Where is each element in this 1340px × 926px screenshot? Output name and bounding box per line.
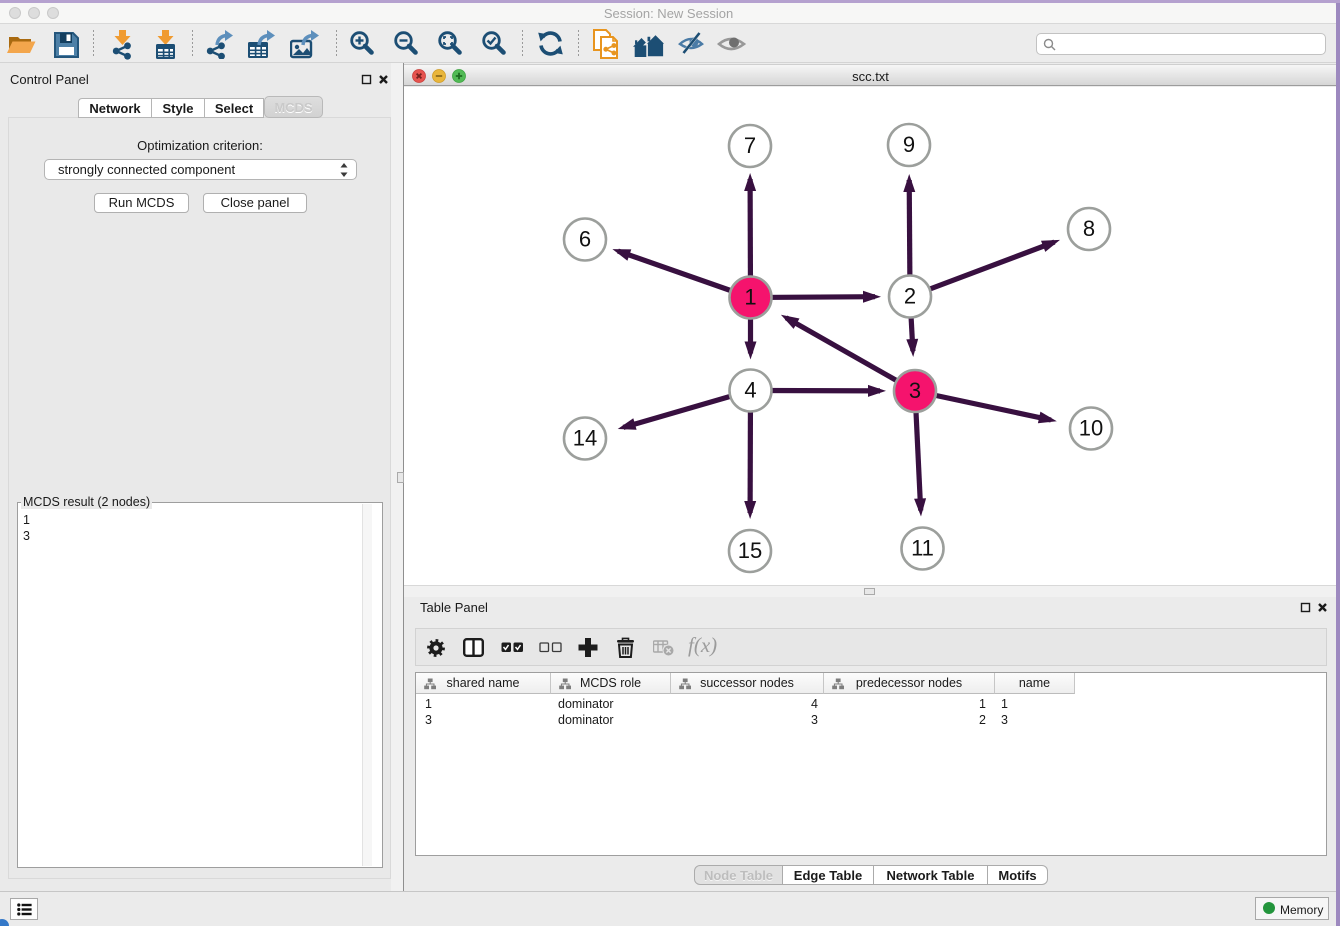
svg-text:3: 3 xyxy=(909,378,921,403)
svg-text:7: 7 xyxy=(744,133,756,158)
svg-text:2: 2 xyxy=(904,283,916,308)
svg-text:15: 15 xyxy=(738,538,762,563)
svg-text:4: 4 xyxy=(744,377,756,402)
svg-text:9: 9 xyxy=(903,132,915,157)
svg-text:10: 10 xyxy=(1079,415,1103,440)
svg-text:6: 6 xyxy=(579,226,591,251)
svg-text:14: 14 xyxy=(573,425,597,450)
svg-text:8: 8 xyxy=(1083,216,1095,241)
svg-text:1: 1 xyxy=(744,284,756,309)
svg-text:11: 11 xyxy=(911,535,934,560)
